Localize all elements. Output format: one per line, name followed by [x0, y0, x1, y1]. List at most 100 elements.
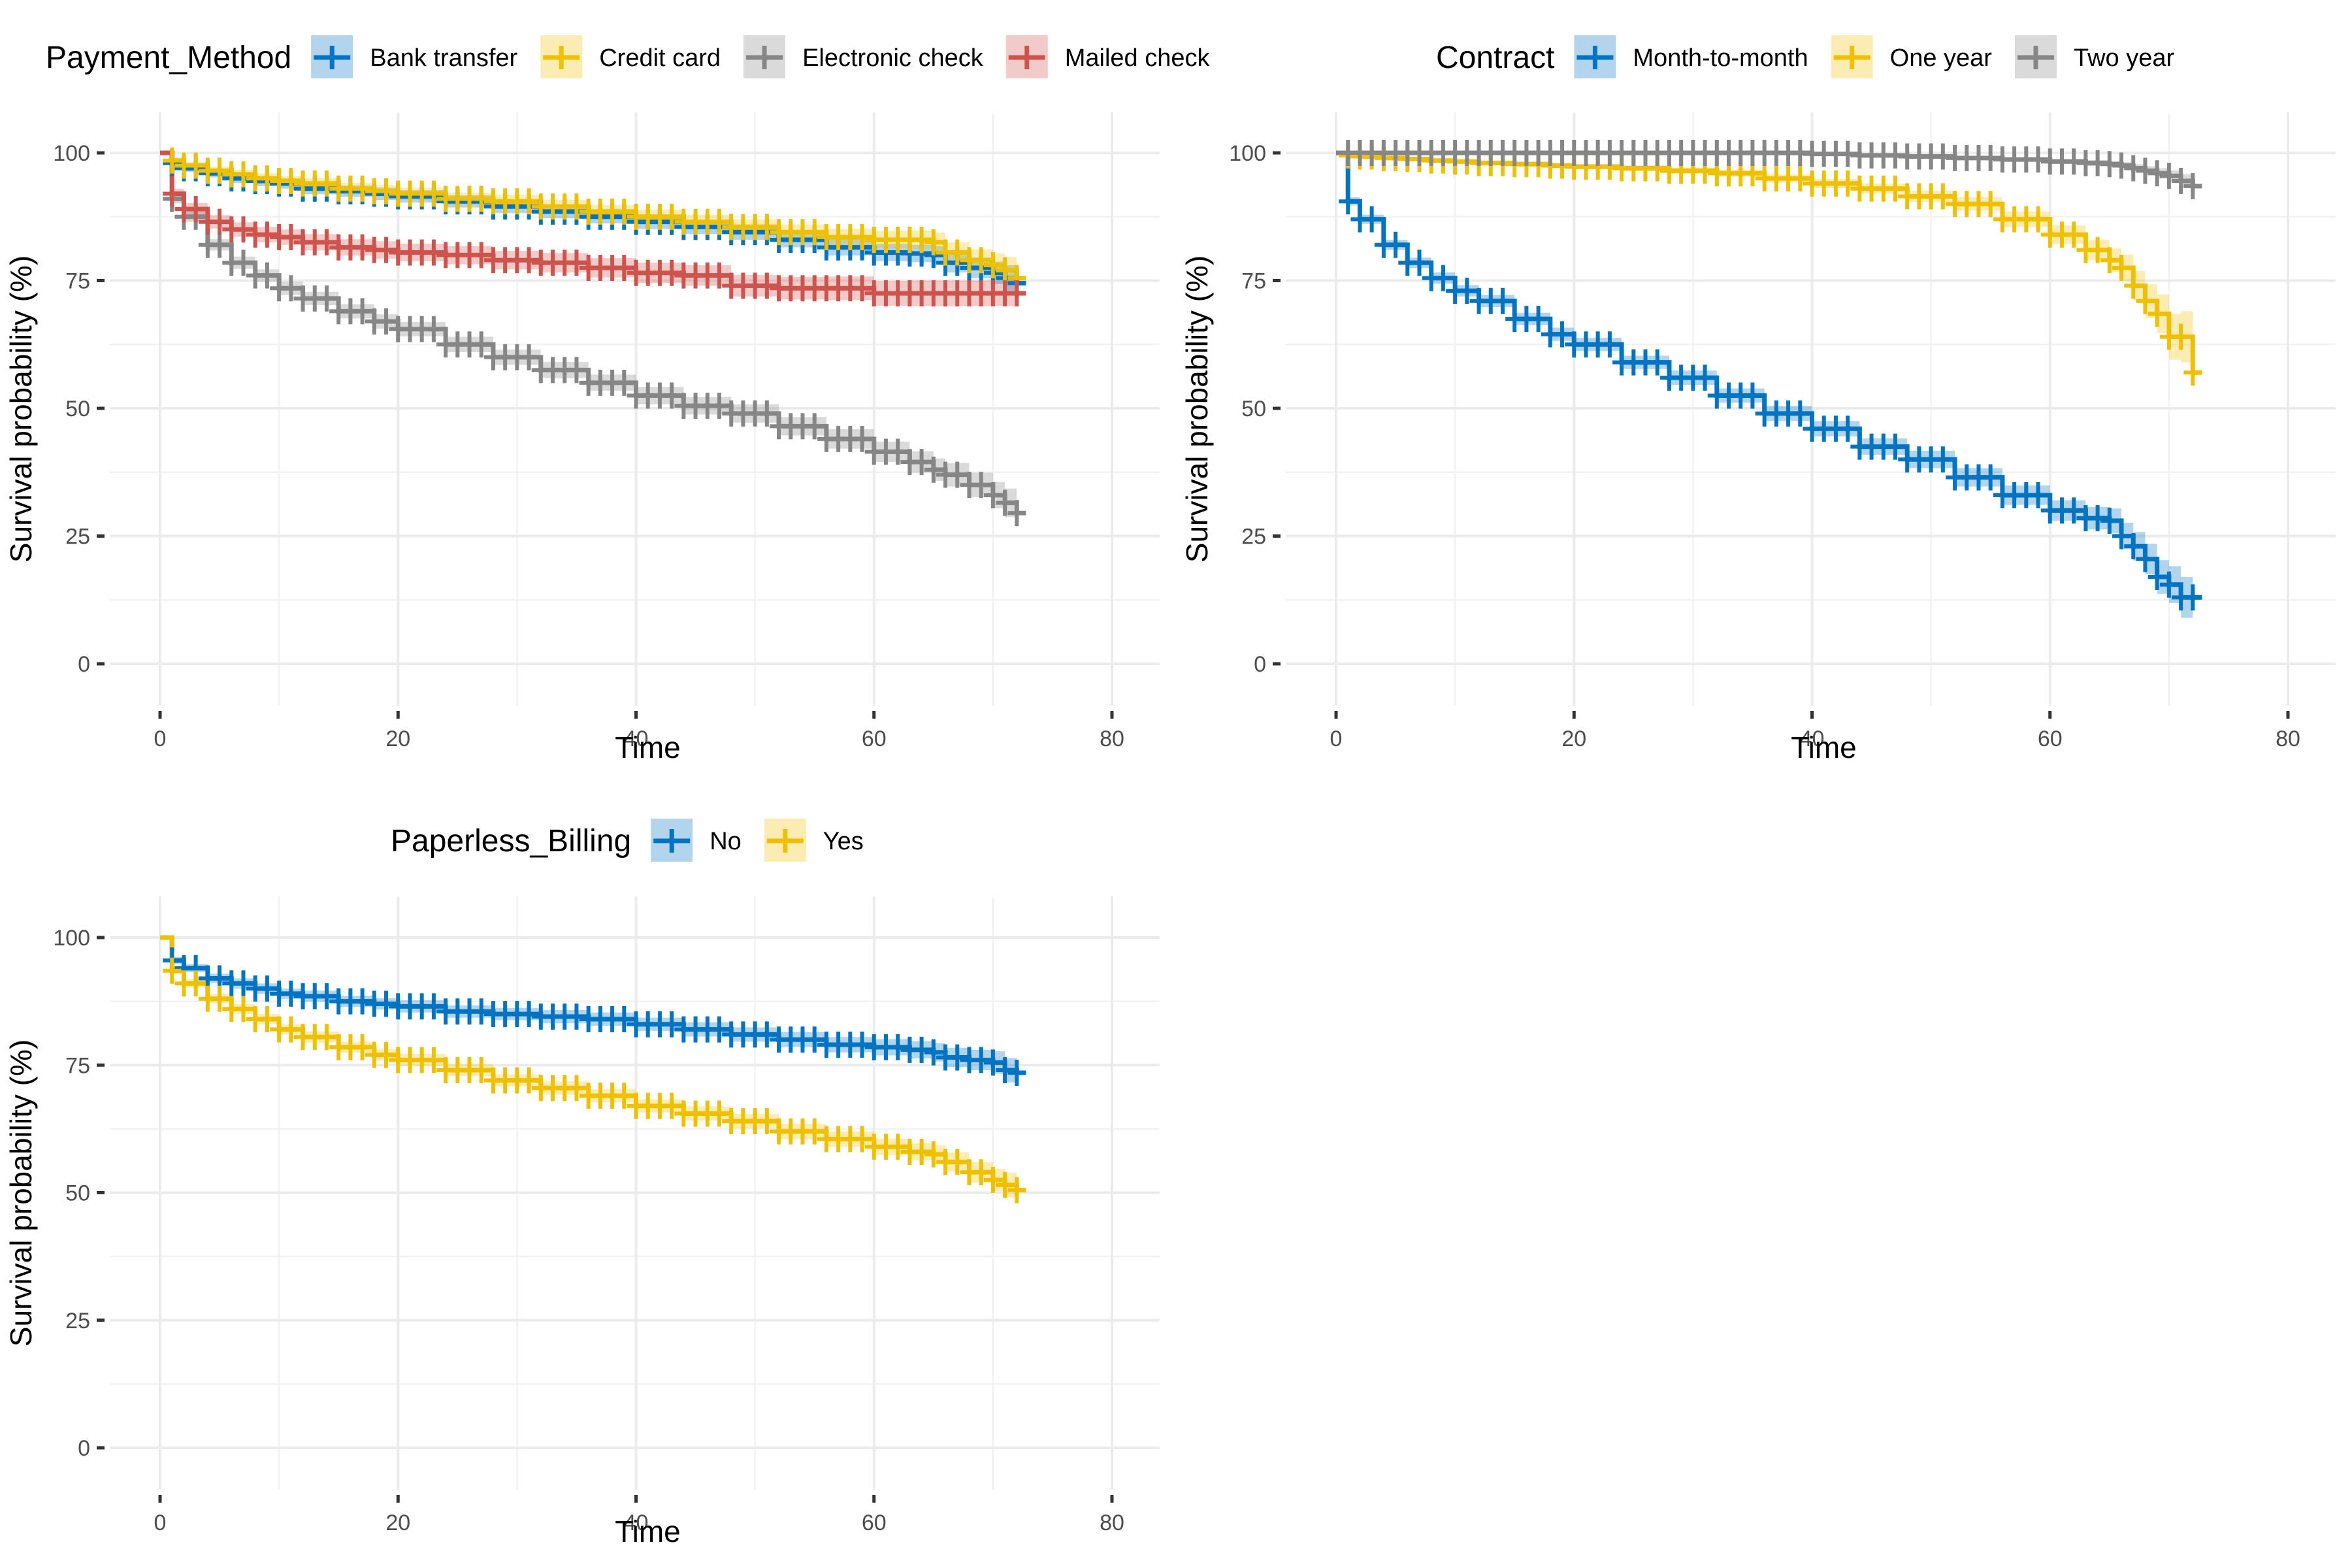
legend-label: Month-to-month [1633, 44, 1808, 72]
x-tick-label: 0 [1330, 727, 1343, 751]
x-tick-label: 80 [1100, 727, 1124, 751]
legend-item-bank-transfer: Bank transfer [311, 35, 518, 78]
major-gridlines [110, 112, 1160, 706]
legend-label: Bank transfer [370, 44, 517, 72]
x-tick-label: 60 [862, 727, 887, 751]
censor-mark-month-to-month [1791, 400, 1810, 427]
censor-mark-mailed-check [424, 239, 443, 266]
survival-curves [1336, 150, 2202, 600]
panel-payment-method: Payment_Method Bank transfer Credit card El… [4, 35, 1211, 764]
censor-mark-mailed-check [353, 234, 372, 261]
y-axis-title: Survival probability (%) [4, 255, 38, 563]
ci-ribbons [160, 938, 1017, 1203]
x-axis-title: Time [1791, 730, 1857, 764]
censor-mark-no [853, 1032, 872, 1058]
censor-mark-mailed-check [282, 224, 301, 251]
y-tick-label: 0 [1254, 652, 1266, 677]
censor-mark-month-to-month [1339, 188, 1358, 215]
censor-mark-mailed-check [257, 221, 276, 248]
y-tick-label: 0 [78, 652, 90, 677]
y-tick-label: 50 [65, 1181, 90, 1206]
censor-mark-month-to-month [1529, 306, 1548, 333]
x-tick-label: 20 [385, 727, 410, 751]
censor-mark-month-to-month [1886, 433, 1904, 460]
censor-mark-electronic-check [234, 250, 253, 276]
censor-mark-electronic-check [317, 285, 336, 312]
legend-label: Electronic check [802, 44, 984, 72]
y-tick-label: 75 [65, 269, 90, 294]
x-tick-label: 0 [154, 727, 167, 751]
censor-mark-no [889, 1034, 907, 1060]
censor-mark-no [662, 1011, 681, 1037]
censor-mark-month-to-month [1600, 331, 1619, 358]
y-axis-title: Survival probability (%) [1180, 255, 1214, 563]
legend-item-electronic-check: Electronic check [743, 35, 984, 78]
censor-mark-no [424, 993, 443, 1020]
censor-mark-yes [889, 1134, 907, 1160]
censor-mark-one-year [1791, 165, 1810, 192]
censor-mark-month-to-month [1838, 416, 1857, 442]
censor-mark-month-to-month [1695, 365, 1714, 391]
censor-mark-yes [912, 1139, 931, 1166]
y-tick-label: 25 [65, 525, 90, 549]
censor-mark-credit-card [353, 175, 372, 202]
censor-mark-month-to-month [1410, 250, 1429, 276]
y-axis-title: Survival probability (%) [4, 1039, 38, 1347]
y-tick-label: 50 [65, 397, 90, 421]
legend-label: Yes [823, 828, 864, 855]
legend-item-one-year: One year [1831, 35, 1993, 78]
axes: 0 20 40 60 800255075100 [1229, 141, 2300, 751]
censor-mark-no [519, 1001, 538, 1028]
x-tick-label: 60 [2038, 727, 2063, 751]
legend-label: One year [1890, 44, 1993, 72]
censor-mark-no [615, 1005, 634, 1032]
plot-area-payment-method: 0 20 40 60 800255075100 [53, 112, 1160, 751]
censor-mark-two-year [2136, 157, 2155, 184]
x-tick-label: 80 [2276, 727, 2300, 751]
legend-item-no: No [651, 819, 742, 862]
censor-mark-two-year [2112, 152, 2131, 179]
y-tick-label: 100 [1229, 141, 1266, 166]
censor-mark-yes [186, 970, 205, 997]
censor-mark-month-to-month [1493, 287, 1512, 314]
censor-mark-no [567, 1004, 586, 1030]
censor-mark-no [912, 1036, 931, 1063]
legend-title: Paperless_Billing [391, 824, 631, 858]
censor-mark-two-year [2124, 155, 2143, 182]
censor-mark-two-year [2029, 146, 2048, 173]
legend-title: Contract [1436, 41, 1554, 75]
legend-item-month-to-month: Month-to-month [1574, 35, 1808, 78]
y-tick-label: 50 [1241, 397, 1266, 421]
censor-mark-no [353, 988, 372, 1015]
x-tick-label: 0 [154, 1511, 167, 1535]
y-tick-label: 25 [1241, 525, 1266, 549]
censor-mark-two-year [2148, 160, 2166, 187]
censor-mark-mailed-check [377, 237, 396, 263]
censor-mark-month-to-month [1648, 349, 1667, 376]
legend-label: Credit card [599, 44, 721, 72]
survival-curve-one-year [1336, 150, 2202, 375]
censor-mark-one-year [1838, 170, 1857, 197]
censor-mark-month-to-month [1433, 265, 1452, 291]
censor-mark-no [317, 983, 336, 1009]
censor-mark-electronic-check [424, 316, 443, 342]
x-tick-label: 20 [1561, 727, 1586, 751]
ci-ribbon-yes [160, 938, 1017, 1203]
legend-title: Payment_Method [46, 41, 291, 75]
censor-mark-no [282, 980, 301, 1007]
legend-item-credit-card: Credit card [540, 35, 721, 78]
censor-mark-no [757, 1021, 776, 1048]
axes: 0 20 40 60 800255075100 [53, 141, 1124, 751]
censor-mark-mailed-check [234, 216, 253, 243]
legend-item-two-year: Two year [2014, 35, 2175, 78]
y-tick-label: 0 [78, 1436, 90, 1461]
legend-label: No [710, 828, 742, 855]
y-tick-label: 25 [65, 1309, 90, 1333]
censor-mark-electronic-check [257, 262, 276, 289]
legend-contract: Contract Month-to-month One year Two year [1436, 35, 2174, 78]
x-axis-title: Time [615, 1514, 681, 1548]
censor-mark-month-to-month [1362, 206, 1381, 233]
legend-label: Mailed check [1065, 44, 1211, 72]
legend-label: Two year [2074, 44, 2175, 72]
censor-mark-no [805, 1026, 824, 1053]
